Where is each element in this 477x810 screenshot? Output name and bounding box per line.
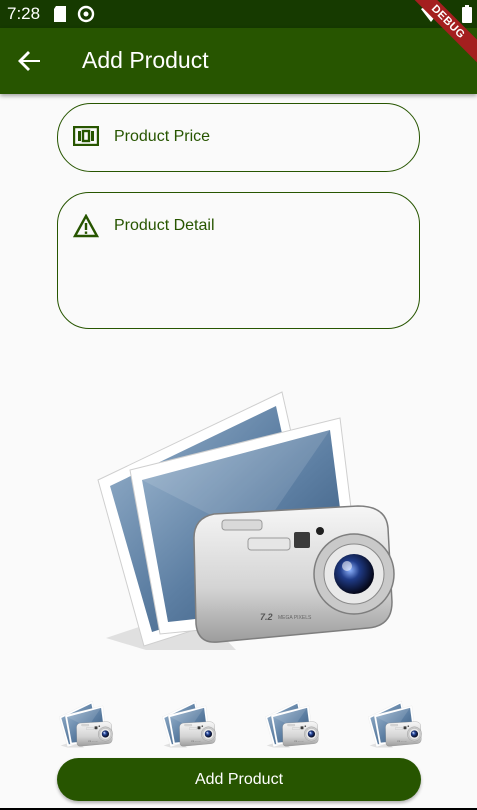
money-icon bbox=[73, 126, 99, 146]
add-product-button[interactable]: Add Product bbox=[57, 758, 421, 801]
warning-triangle-icon bbox=[73, 214, 99, 238]
arrow-back-icon[interactable] bbox=[14, 45, 46, 77]
main-product-image[interactable] bbox=[86, 388, 396, 650]
thumbnail-image-4[interactable] bbox=[366, 700, 422, 748]
thumbnail-image-2[interactable] bbox=[160, 700, 216, 748]
thumbnail-row bbox=[0, 700, 477, 750]
product-detail-field[interactable]: Product Detail bbox=[57, 192, 420, 329]
page-title: Add Product bbox=[82, 47, 209, 73]
app-bar: Add Product bbox=[0, 28, 477, 94]
thumbnail-image-1[interactable] bbox=[57, 700, 113, 748]
product-detail-label: Product Detail bbox=[114, 217, 215, 234]
sd-card-icon bbox=[54, 6, 66, 22]
product-price-field[interactable]: Product Price bbox=[57, 103, 420, 172]
product-price-label: Product Price bbox=[114, 128, 211, 145]
status-time: 7:28 bbox=[7, 4, 41, 23]
wifi-icon bbox=[421, 5, 441, 22]
status-bar: 7:28 bbox=[0, 0, 477, 28]
battery-icon bbox=[462, 5, 472, 23]
thumbnail-image-3[interactable] bbox=[263, 700, 319, 748]
data-saver-icon bbox=[77, 5, 95, 23]
